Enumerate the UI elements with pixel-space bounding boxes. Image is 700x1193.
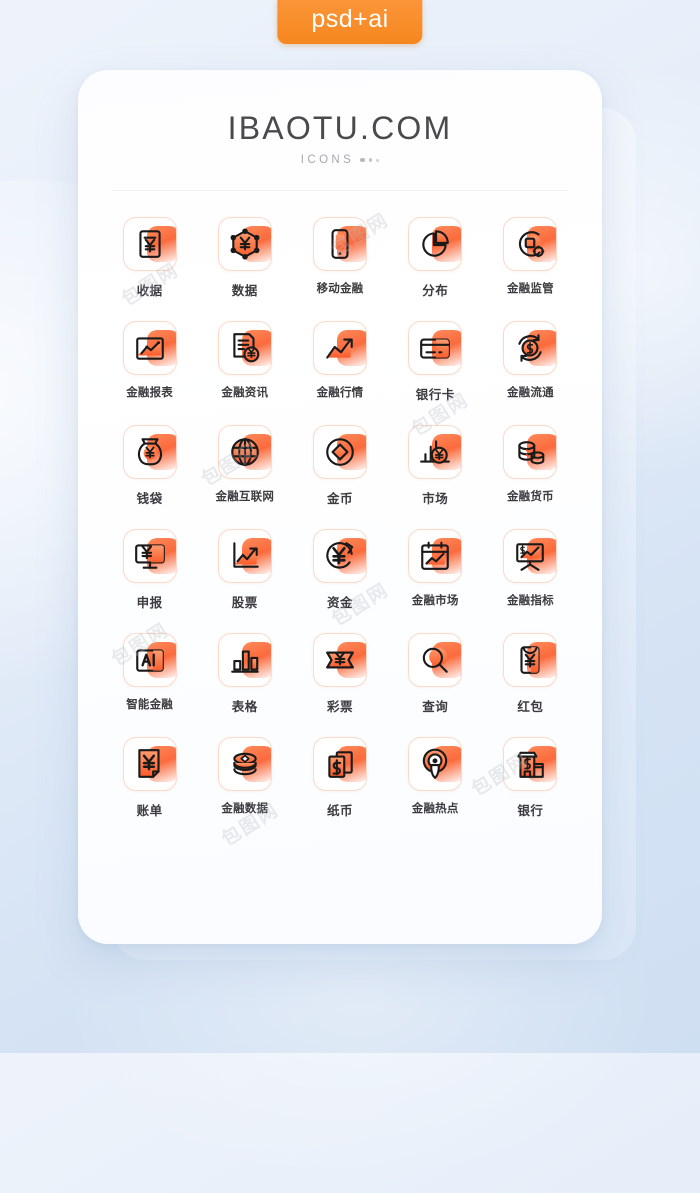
dots-icon xyxy=(360,157,380,163)
brand-title: IBAOTU.COM xyxy=(227,110,453,146)
icon-cell-chaxun[interactable]: 查询 xyxy=(388,633,483,715)
icon-cell-biaoge[interactable]: 表格 xyxy=(197,633,292,715)
icon-cell-zhibi[interactable]: 纸币 xyxy=(292,737,387,819)
money-bag-icon[interactable] xyxy=(122,425,177,479)
icon-label: 银行卡 xyxy=(415,387,455,402)
icon-label: 表格 xyxy=(231,699,258,714)
icon-label: 红包 xyxy=(517,699,544,714)
icon-cell-yinhangka[interactable]: 银行卡 xyxy=(388,321,483,403)
icon-label: 金币 xyxy=(326,491,353,506)
icon-cell-zijin[interactable]: 资金 xyxy=(292,529,387,611)
icon-cell-gupiao[interactable]: 股票 xyxy=(197,529,292,611)
icon-cell-caipiao[interactable]: 彩票 xyxy=(292,633,387,715)
icon-label: 金融市场 xyxy=(411,593,459,607)
icon-set-card: IBAOTU.COM ICONS 收据 数据 移动金融 分布 金融监管 金融报表 金融资讯金… xyxy=(78,70,602,944)
icon-label: 查询 xyxy=(422,699,449,714)
icon-label: 申报 xyxy=(136,595,163,610)
chart-frame-icon[interactable] xyxy=(122,321,177,375)
hotspot-pin-icon[interactable] xyxy=(408,737,463,791)
icon-label: 金融热点 xyxy=(411,801,459,815)
icon-label: 钱袋 xyxy=(136,491,163,506)
globe-icon[interactable] xyxy=(217,425,272,479)
icon-label: 移动金融 xyxy=(316,281,364,295)
yen-refresh-icon[interactable] xyxy=(312,529,367,583)
ticket-yen-icon[interactable] xyxy=(312,633,367,687)
coin-stack-icon[interactable] xyxy=(503,425,558,479)
icon-grid: 收据 数据 移动金融 分布 金融监管金融报表 金融资讯 金融行情 银行卡 金融流通钱袋 金融互联网… xyxy=(102,217,578,819)
icon-cell-shuju[interactable]: 数据 xyxy=(197,217,292,299)
icon-label: 纸币 xyxy=(326,803,353,818)
bar-chart-icon[interactable] xyxy=(217,633,272,687)
market-bars-yen-icon[interactable] xyxy=(408,425,463,479)
icon-cell-jinrong-hulianwang[interactable]: 金融互联网 xyxy=(197,425,292,507)
pie-chart-icon[interactable] xyxy=(408,217,463,271)
brand-subtitle-row: ICONS xyxy=(78,154,602,166)
gold-coin-icon[interactable] xyxy=(312,425,367,479)
ai-chip-icon[interactable] xyxy=(122,633,177,687)
icon-cell-yinhang[interactable]: 银行 xyxy=(483,737,578,819)
circle-gear-icon[interactable] xyxy=(503,217,558,271)
icon-cell-shouju[interactable]: 收据 xyxy=(102,217,197,299)
icon-cell-jinrong-baobiao[interactable]: 金融报表 xyxy=(102,321,197,403)
icon-label: 收据 xyxy=(136,283,163,298)
icon-label: 金融数据 xyxy=(221,801,269,815)
icon-label: 市场 xyxy=(422,491,449,506)
banknote-dollar-icon[interactable] xyxy=(312,737,367,791)
icon-cell-jinrong-jianguan[interactable]: 金融监管 xyxy=(483,217,578,299)
mobile-phone-icon[interactable] xyxy=(312,217,367,271)
psd-ai-badge: psd+ai xyxy=(277,0,423,44)
document-yen-icon[interactable] xyxy=(217,321,272,375)
icon-cell-jinrong-hangqing[interactable]: 金融行情 xyxy=(292,321,387,403)
icon-cell-shichang[interactable]: 市场 xyxy=(388,425,483,507)
trend-arrow-icon[interactable] xyxy=(312,321,367,375)
brand-subtitle: ICONS xyxy=(300,154,355,166)
icon-label: 智能金融 xyxy=(126,697,173,711)
monitor-yen-icon[interactable] xyxy=(122,529,177,583)
icon-label: 金融报表 xyxy=(126,385,173,399)
icon-label: 金融监管 xyxy=(506,281,554,295)
icon-cell-jinrong-huobi[interactable]: 金融货币 xyxy=(483,425,578,507)
icon-label: 分布 xyxy=(422,283,449,298)
icon-cell-qiandai[interactable]: 钱袋 xyxy=(102,425,197,507)
icon-cell-shenbao[interactable]: 申报 xyxy=(102,529,197,611)
magnifier-icon[interactable] xyxy=(408,633,463,687)
icon-cell-hongbao[interactable]: 红包 xyxy=(483,633,578,715)
icon-label: 金融流通 xyxy=(506,385,554,399)
icon-cell-jinrong-shuju[interactable]: 金融数据 xyxy=(197,737,292,819)
icon-cell-yidong-jinrong[interactable]: 移动金融 xyxy=(292,217,387,299)
coin-refresh-icon[interactable] xyxy=(503,321,558,375)
icon-label: 彩票 xyxy=(326,699,353,714)
stock-chart-icon[interactable] xyxy=(217,529,272,583)
receipt-yen-icon[interactable] xyxy=(122,217,177,271)
icon-cell-jinrong-redian[interactable]: 金融热点 xyxy=(388,737,483,819)
icon-cell-jinrong-zixun[interactable]: 金融资讯 xyxy=(197,321,292,403)
icon-cell-jinrong-zhibiao[interactable]: 金融指标 xyxy=(483,529,578,611)
icon-label: 账单 xyxy=(136,803,163,818)
icon-label: 金融行情 xyxy=(316,385,364,399)
card-header: IBAOTU.COM ICONS xyxy=(78,70,602,166)
icon-cell-jinbi[interactable]: 金币 xyxy=(292,425,387,507)
icon-label: 资金 xyxy=(326,595,353,610)
icon-cell-zhineng-jinrong[interactable]: 智能金融 xyxy=(102,633,197,715)
icon-cell-zhangdan[interactable]: 账单 xyxy=(102,737,197,819)
ingot-stack-icon[interactable] xyxy=(217,737,272,791)
icon-label: 银行 xyxy=(517,803,544,818)
bill-yen-icon[interactable] xyxy=(122,737,177,791)
icon-label: 金融互联网 xyxy=(215,489,275,503)
icon-label: 金融指标 xyxy=(506,593,554,607)
icon-label: 数据 xyxy=(231,283,258,298)
bank-building-icon[interactable] xyxy=(503,737,558,791)
hexagon-yen-icon[interactable] xyxy=(217,217,272,271)
icon-label: 股票 xyxy=(231,595,258,610)
icon-cell-jinrong-shichang[interactable]: 金融市场 xyxy=(388,529,483,611)
presentation-board-icon[interactable] xyxy=(503,529,558,583)
red-envelope-icon[interactable] xyxy=(503,633,558,687)
credit-card-icon[interactable] xyxy=(408,321,463,375)
header-divider xyxy=(112,190,568,191)
icon-cell-jinrong-liutong[interactable]: 金融流通 xyxy=(483,321,578,403)
icon-label: 金融货币 xyxy=(506,489,554,503)
icon-label: 金融资讯 xyxy=(221,385,269,399)
icon-cell-fenbu[interactable]: 分布 xyxy=(388,217,483,299)
calendar-chart-icon[interactable] xyxy=(408,529,463,583)
